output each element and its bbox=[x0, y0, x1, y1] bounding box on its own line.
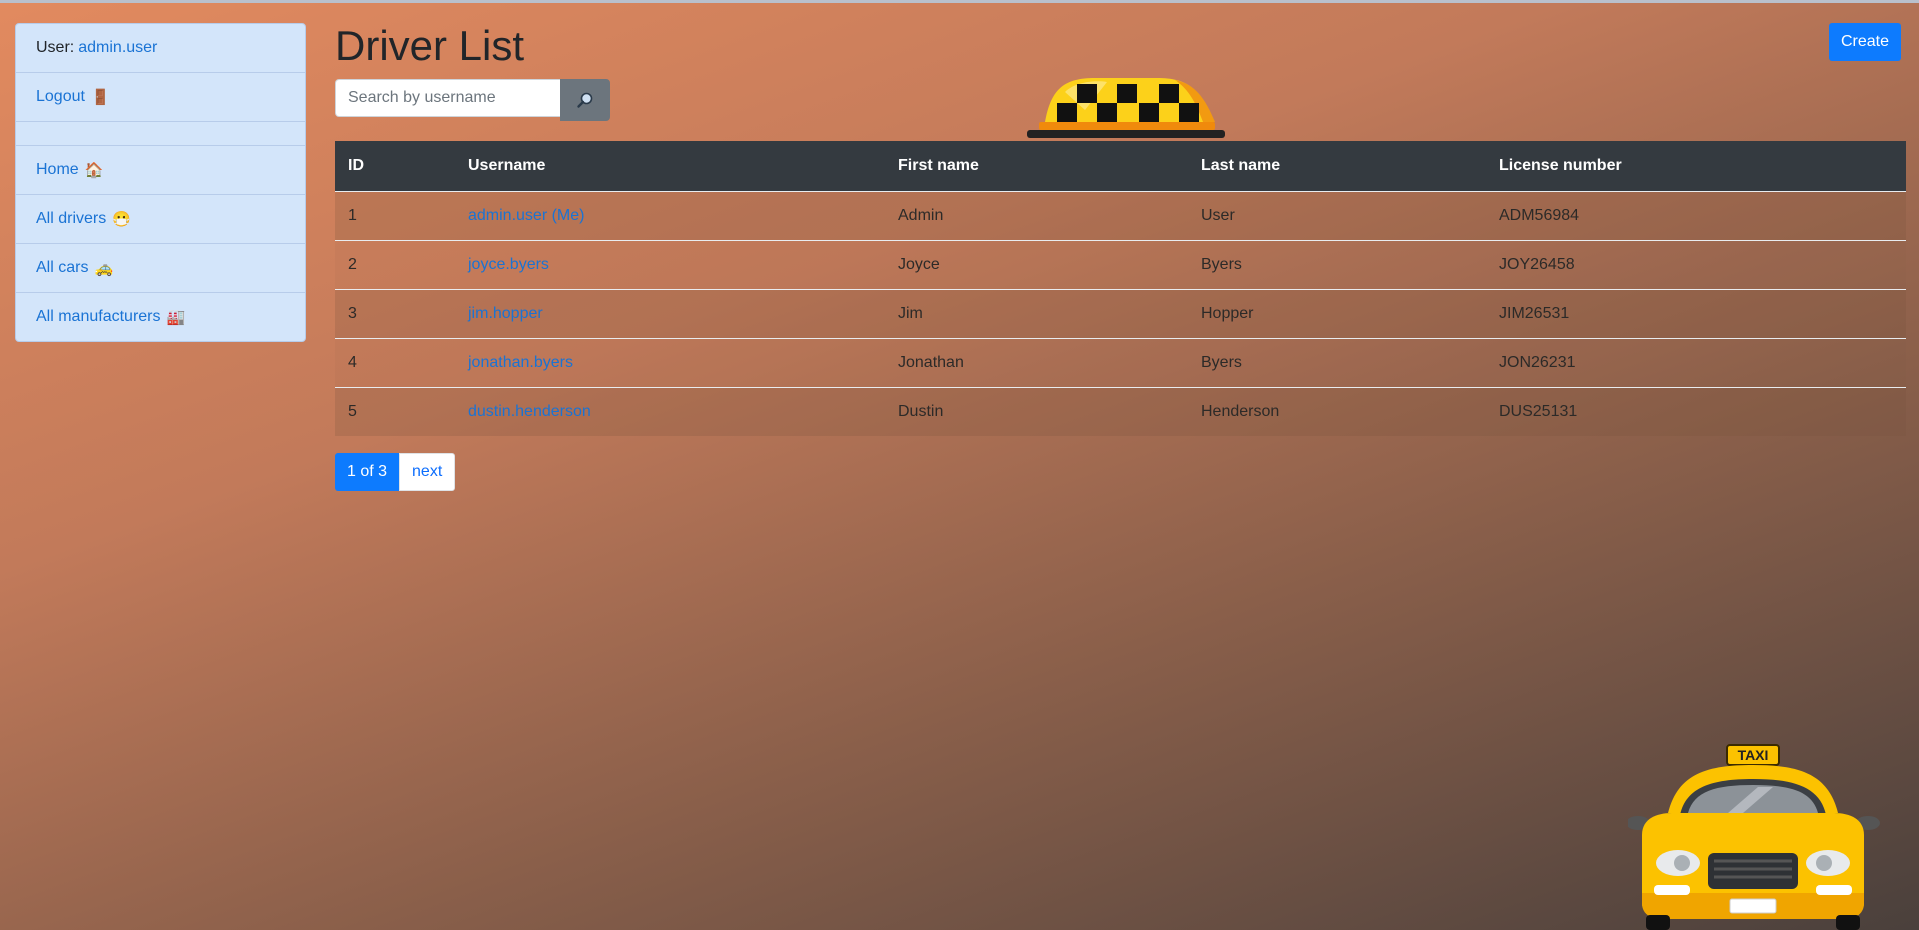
user-profile-link[interactable]: admin.user bbox=[78, 39, 157, 57]
cell-first-name: Admin bbox=[885, 191, 1188, 241]
factory-icon: 🏭 bbox=[166, 309, 186, 326]
table-header-row: ID Username First name Last name License… bbox=[335, 141, 1906, 192]
cell-last-name: Byers bbox=[1188, 240, 1486, 290]
cell-id: 2 bbox=[335, 240, 455, 290]
username-link[interactable]: jim.hopper bbox=[468, 305, 543, 322]
cell-id: 1 bbox=[335, 191, 455, 241]
sidebar-item-all-cars[interactable]: All cars 🚕 bbox=[16, 244, 305, 293]
cell-first-name: Jim bbox=[885, 289, 1188, 339]
cell-last-name: Byers bbox=[1188, 338, 1486, 388]
create-button[interactable]: Create bbox=[1828, 23, 1901, 61]
column-header-last-name: Last name bbox=[1188, 141, 1486, 192]
sidebar-item-all-manufacturers[interactable]: All manufacturers 🏭 bbox=[16, 293, 305, 341]
table-row: 1 admin.user (Me) Admin User ADM56984 bbox=[335, 191, 1906, 241]
username-link[interactable]: admin.user (Me) bbox=[468, 207, 584, 224]
search-icon bbox=[577, 92, 593, 108]
sidebar-logout[interactable]: Logout 🚪 bbox=[16, 73, 305, 122]
cell-id: 3 bbox=[335, 289, 455, 339]
cell-id: 5 bbox=[335, 387, 455, 436]
username-link[interactable]: joyce.byers bbox=[468, 256, 549, 273]
column-header-username: Username bbox=[455, 141, 885, 192]
next-page-link[interactable]: next bbox=[399, 453, 456, 491]
sidebar-item-label[interactable]: All cars bbox=[36, 259, 88, 277]
cell-last-name: User bbox=[1188, 191, 1486, 241]
cell-first-name: Dustin bbox=[885, 387, 1188, 436]
driver-table: ID Username First name Last name License… bbox=[335, 141, 1906, 436]
cell-license-number: JOY26458 bbox=[1486, 240, 1906, 290]
cell-license-number: ADM56984 bbox=[1486, 191, 1906, 241]
search-button[interactable] bbox=[560, 79, 610, 121]
cell-license-number: DUS25131 bbox=[1486, 387, 1906, 436]
username-link[interactable]: dustin.henderson bbox=[468, 403, 591, 420]
cell-id: 4 bbox=[335, 338, 455, 388]
sidebar: User: admin.user Logout 🚪 Home 🏠 All dri… bbox=[15, 23, 306, 342]
table-row: 3 jim.hopper Jim Hopper JIM26531 bbox=[335, 289, 1906, 339]
column-header-license-number: License number bbox=[1486, 141, 1906, 192]
taxi-sign-text: TAXI bbox=[1738, 747, 1769, 763]
user-label: User: bbox=[36, 39, 75, 56]
cell-license-number: JIM26531 bbox=[1486, 289, 1906, 339]
column-header-first-name: First name bbox=[885, 141, 1188, 192]
cell-license-number: JON26231 bbox=[1486, 338, 1906, 388]
sidebar-divider bbox=[16, 122, 305, 146]
page-indicator: 1 of 3 bbox=[335, 453, 400, 491]
cell-last-name: Henderson bbox=[1188, 387, 1486, 436]
sidebar-item-home[interactable]: Home 🏠 bbox=[16, 146, 305, 195]
column-header-id: ID bbox=[335, 141, 455, 192]
table-row: 4 jonathan.byers Jonathan Byers JON26231 bbox=[335, 338, 1906, 388]
table-row: 5 dustin.henderson Dustin Henderson DUS2… bbox=[335, 387, 1906, 436]
cell-first-name: Joyce bbox=[885, 240, 1188, 290]
username-link[interactable]: jonathan.byers bbox=[468, 354, 573, 371]
page-title: Driver List bbox=[335, 22, 525, 69]
search-form bbox=[335, 79, 610, 121]
sidebar-item-label[interactable]: All manufacturers bbox=[36, 308, 161, 326]
cell-last-name: Hopper bbox=[1188, 289, 1486, 339]
cell-first-name: Jonathan bbox=[885, 338, 1188, 388]
face-icon: 😷 bbox=[112, 211, 131, 228]
sidebar-item-all-drivers[interactable]: All drivers 😷 bbox=[16, 195, 305, 244]
search-input[interactable] bbox=[335, 79, 560, 117]
taxi-icon: 🚕 bbox=[94, 260, 114, 277]
top-border bbox=[0, 0, 1919, 3]
taxi-sign-image bbox=[1027, 78, 1225, 138]
taxi-car-image: TAXI bbox=[1628, 744, 1880, 930]
table-row: 2 joyce.byers Joyce Byers JOY26458 bbox=[335, 240, 1906, 290]
logout-link[interactable]: Logout bbox=[36, 88, 85, 106]
pagination: 1 of 3 next bbox=[335, 453, 456, 491]
sidebar-item-label[interactable]: Home bbox=[36, 161, 79, 179]
sidebar-user: User: admin.user bbox=[16, 24, 305, 73]
sidebar-item-label[interactable]: All drivers bbox=[36, 210, 106, 228]
house-icon: 🏠 bbox=[84, 162, 104, 179]
door-icon: 🚪 bbox=[90, 89, 110, 106]
